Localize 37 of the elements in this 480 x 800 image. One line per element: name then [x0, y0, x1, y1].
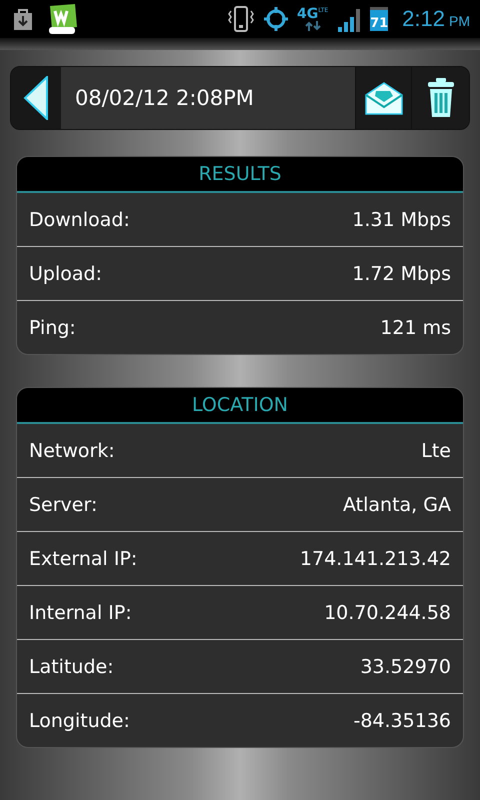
vibrate-icon: [226, 5, 255, 33]
envelope-icon: [364, 81, 404, 115]
row-label: Ping:: [29, 316, 76, 338]
row-label: Longitude:: [29, 710, 130, 732]
row-value: 174.141.213.42: [300, 548, 451, 570]
row-label: Internal IP:: [29, 602, 132, 624]
row-value: 33.52970: [360, 656, 451, 678]
row-value: 1.31 Mbps: [352, 208, 451, 230]
email-button[interactable]: [355, 67, 411, 129]
clock-period: PM: [449, 13, 470, 29]
trash-icon: [426, 78, 454, 118]
row-value: 121 ms: [380, 316, 451, 338]
battery-level: 71: [370, 16, 388, 31]
signal-icon: [336, 6, 362, 32]
row-label: Upload:: [29, 262, 102, 284]
row-value: Lte: [421, 440, 451, 462]
back-arrow-icon: [23, 76, 49, 120]
clock-time: 2:12: [402, 6, 445, 31]
section-header: RESULTS: [17, 157, 463, 193]
app-icon: [46, 3, 80, 35]
row-value: -84.35136: [353, 710, 451, 732]
row-label: Network:: [29, 440, 115, 462]
section-header: LOCATION: [17, 388, 463, 424]
delete-button[interactable]: [411, 67, 469, 129]
row-value: Atlanta, GA: [343, 494, 451, 516]
row-label: External IP:: [29, 548, 138, 570]
gps-icon: [262, 6, 289, 32]
back-button[interactable]: [11, 67, 61, 129]
toolbar-title: 08/02/12 2:08PM: [61, 67, 355, 129]
shopping-bag-icon: [12, 7, 34, 31]
data-arrows-icon: [304, 21, 322, 31]
row-label: Latitude:: [29, 656, 114, 678]
row-label: Download:: [29, 208, 130, 230]
row-value: 1.72 Mbps: [352, 262, 451, 284]
row-label: Server:: [29, 494, 98, 516]
row-value: 10.70.244.58: [324, 602, 451, 624]
network-type: 4G: [296, 7, 318, 21]
